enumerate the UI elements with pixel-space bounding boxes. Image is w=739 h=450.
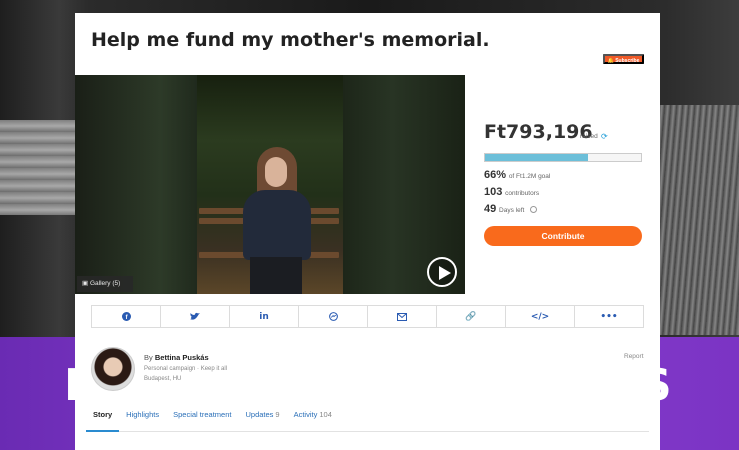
clock-icon <box>530 205 538 213</box>
campaign-tabs: Story Highlights Special treatment Updat… <box>86 404 649 432</box>
play-icon <box>439 266 451 280</box>
facebook-icon: f <box>121 312 131 321</box>
linkedin-icon: in <box>259 311 269 322</box>
days-left-label: Days left <box>499 207 525 214</box>
days-left-value: 49 <box>484 203 497 215</box>
progress-fill <box>485 154 588 161</box>
play-button[interactable] <box>427 257 457 287</box>
email-share-button[interactable] <box>368 306 437 327</box>
contributors-label: contributors <box>505 190 540 197</box>
refresh-icon[interactable]: ⟳ <box>601 132 608 141</box>
copy-link-button[interactable]: 🔗 <box>437 306 506 327</box>
email-icon <box>397 312 407 321</box>
days-left-stat: 49 Days left <box>484 203 538 215</box>
gallery-icon: ▣ <box>82 280 89 287</box>
embed-icon: </> <box>530 311 550 322</box>
tab-label: Special treatment <box>173 410 232 419</box>
author-location: Budapest, HU <box>144 376 182 382</box>
person-legs <box>250 257 302 294</box>
funding-panel: Ft793,196 raised ⟳ 66% of Ft1.2M goal 10… <box>465 75 660 294</box>
raised-label: raised <box>580 133 598 140</box>
progress-bar <box>484 153 642 162</box>
campaign-card: Help me fund my mother's memorial. 🔔 Sub… <box>75 13 660 450</box>
messenger-share-button[interactable] <box>299 306 368 327</box>
person-body <box>243 190 311 260</box>
report-link[interactable]: Report <box>624 353 644 360</box>
tab-story[interactable]: Story <box>86 404 120 432</box>
author-avatar[interactable] <box>91 347 135 391</box>
twitter-icon <box>190 312 200 320</box>
campaign-title: Help me fund my mother's memorial. <box>91 29 490 51</box>
subscribe-label: Subscribe <box>615 58 640 64</box>
tab-activity[interactable]: Activity 104 <box>287 404 339 432</box>
tab-count: 104 <box>319 410 332 419</box>
by-prefix: By <box>144 353 153 362</box>
messenger-icon <box>328 312 338 321</box>
tab-updates[interactable]: Updates 9 <box>238 404 286 432</box>
more-icon: ••• <box>600 311 618 322</box>
tab-highlights[interactable]: Highlights <box>119 404 166 432</box>
campaign-media[interactable]: ▣ Gallery (5) <box>75 75 465 294</box>
gallery-button[interactable]: ▣ Gallery (5) <box>77 276 133 292</box>
tab-label: Highlights <box>126 410 160 419</box>
contributors-count: 103 <box>484 186 503 198</box>
linkedin-share-button[interactable]: in <box>230 306 299 327</box>
more-share-button[interactable]: ••• <box>575 306 643 327</box>
percent-stat: 66% of Ft1.2M goal <box>484 169 550 181</box>
background-wood-right <box>659 105 739 335</box>
author-name[interactable]: Bettina Puskás <box>155 353 209 362</box>
percent-value: 66% <box>484 169 507 181</box>
facebook-share-button[interactable]: f <box>92 306 161 327</box>
tab-label: Activity <box>293 410 318 419</box>
tab-label: Updates <box>245 410 274 419</box>
amount-raised: Ft793,196 <box>484 121 593 143</box>
tab-special-treatment[interactable]: Special treatment <box>166 404 238 432</box>
goal-text: of Ft1.2M goal <box>508 173 551 180</box>
bell-icon: 🔔 <box>607 58 614 64</box>
media-blur-left <box>75 75 197 294</box>
tab-label: Story <box>93 410 113 419</box>
gallery-label: Gallery (5) <box>89 280 121 287</box>
contribute-button[interactable]: Contribute <box>484 226 642 246</box>
embed-button[interactable]: </> <box>506 306 575 327</box>
share-bar: f in 🔗 </> ••• <box>91 305 644 328</box>
contributors-stat: 103 contributors <box>484 186 539 198</box>
campaign-type: Personal campaign · Keep it all <box>144 366 228 372</box>
person-face <box>265 157 287 187</box>
tab-count: 9 <box>275 410 280 419</box>
background-wood-left <box>0 120 75 215</box>
author-byline: By Bettina Puskás <box>144 353 209 362</box>
subscribe-button[interactable]: 🔔 Subscribe <box>603 54 644 64</box>
link-icon: 🔗 <box>465 311 477 322</box>
twitter-share-button[interactable] <box>161 306 230 327</box>
